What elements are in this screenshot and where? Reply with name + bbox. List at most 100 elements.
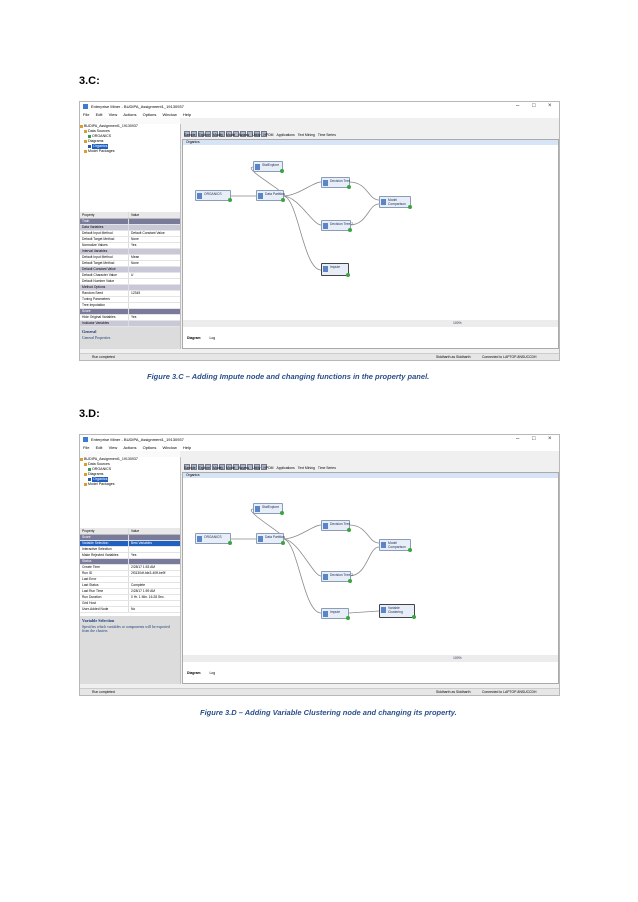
node-tab[interactable]: Utility <box>252 466 260 470</box>
diagram-workspace[interactable]: Organics ORGANICS Data Partition StatExp… <box>182 139 559 349</box>
property-value[interactable] <box>128 601 180 606</box>
node-tab[interactable]: Modify <box>213 133 223 137</box>
node-organics[interactable]: ORGANICS <box>195 533 232 545</box>
zoom-label[interactable]: 100% <box>453 320 462 327</box>
node-variable-clustering[interactable]: Variable Clustering <box>379 604 416 619</box>
property-value[interactable]: U <box>128 273 180 278</box>
window-title: Enterprise Miner - BUDIPA_Assignment1_19… <box>91 104 184 109</box>
property-value[interactable] <box>128 559 180 564</box>
diagram-bottom-bar: 100% <box>183 320 558 327</box>
menu-window[interactable]: Window <box>163 112 177 117</box>
node-data-partition[interactable]: Data Partition <box>256 190 285 202</box>
maximize-button[interactable]: □ <box>532 102 536 111</box>
node-tab[interactable]: Explore <box>199 133 211 137</box>
tree-model-packages[interactable]: Model Packages <box>80 149 180 154</box>
menu-view[interactable]: View <box>109 112 118 117</box>
node-tab[interactable]: Assess <box>238 466 249 470</box>
menu-help[interactable]: Help <box>183 445 191 450</box>
property-value[interactable] <box>128 297 180 302</box>
node-data-partition[interactable]: Data Partition <box>256 533 285 545</box>
menu-edit[interactable]: Edit <box>96 445 103 450</box>
maximize-button[interactable]: □ <box>532 435 536 444</box>
node-organics[interactable]: ORGANICS <box>195 190 232 202</box>
property-value[interactable] <box>128 309 180 314</box>
property-value[interactable] <box>128 535 180 540</box>
property-value[interactable]: Mean <box>128 255 180 260</box>
property-value[interactable] <box>128 279 180 284</box>
node-tab[interactable]: Assess <box>238 133 249 137</box>
property-value[interactable]: Best Variables <box>128 541 180 546</box>
property-value[interactable] <box>128 547 180 552</box>
property-value[interactable]: Complete <box>128 583 180 588</box>
node-tab[interactable]: Explore <box>199 466 211 470</box>
node-model-comparison[interactable]: Model Comparison <box>379 196 412 209</box>
node-tab[interactable]: Applications <box>276 466 294 470</box>
property-value[interactable] <box>128 577 180 582</box>
complete-icon <box>346 616 350 620</box>
node-tab[interactable]: HPDM <box>263 466 273 470</box>
property-value[interactable] <box>128 225 180 230</box>
property-value[interactable]: Yes <box>128 315 180 320</box>
node-decision-tree-2[interactable]: Decision Tree 2 <box>321 220 353 232</box>
property-value[interactable] <box>128 285 180 290</box>
property-value[interactable]: 2/28/17 1:53 AM <box>128 565 180 570</box>
menu-view[interactable]: View <box>109 445 118 450</box>
property-value[interactable]: 0 Hr. 1 Min. 16.28 Sec. <box>128 595 180 600</box>
property-value[interactable] <box>128 267 180 272</box>
menu-actions[interactable]: Actions <box>123 445 136 450</box>
property-value[interactable] <box>128 321 180 326</box>
node-tab[interactable]: Applications <box>276 133 294 137</box>
close-button[interactable]: × <box>548 435 552 444</box>
node-tab[interactable]: Time Series <box>318 466 336 470</box>
tab-log[interactable]: Log <box>210 671 216 675</box>
node-tab[interactable]: HPDM <box>263 133 273 137</box>
node-decision-tree[interactable]: Decision Tree <box>321 177 351 189</box>
tab-diagram[interactable]: Diagram <box>187 336 201 340</box>
property-value[interactable]: Yes <box>128 243 180 248</box>
close-button[interactable]: × <box>548 102 552 111</box>
property-value[interactable] <box>128 219 180 224</box>
node-model-comparison[interactable]: Model Comparison <box>379 539 412 552</box>
property-value[interactable]: Default Constant Value <box>128 231 180 236</box>
diagram-workspace[interactable]: Organics ORGANICS Data Partition StatExp… <box>182 472 559 684</box>
menu-window[interactable]: Window <box>163 445 177 450</box>
property-value[interactable]: 2f3130df-fde3-40ff-be9f <box>128 571 180 576</box>
node-tab[interactable]: Time Series <box>318 133 336 137</box>
menu-actions[interactable]: Actions <box>123 112 136 117</box>
property-value[interactable]: 12345 <box>128 291 180 296</box>
property-row[interactable]: User-Added Node No <box>80 607 180 613</box>
node-decision-tree-2[interactable]: Decision Tree 2 <box>321 571 353 583</box>
node-statexplore[interactable]: StatExplore <box>253 503 284 515</box>
node-tab[interactable]: Sample <box>184 133 196 137</box>
tree-model-packages[interactable]: Model Packages <box>80 482 180 487</box>
tab-diagram[interactable]: Diagram <box>187 671 201 675</box>
menu-file[interactable]: File <box>83 445 89 450</box>
property-value[interactable] <box>128 303 180 308</box>
node-impute[interactable]: Impute <box>321 608 350 620</box>
node-tab[interactable]: Text Mining <box>298 133 315 137</box>
node-tab[interactable]: Text Mining <box>298 466 315 470</box>
node-tab[interactable]: Model <box>226 466 235 470</box>
node-statexplore[interactable]: StatExplore <box>253 161 284 173</box>
tab-log[interactable]: Log <box>210 336 216 340</box>
node-decision-tree[interactable]: Decision Tree <box>321 520 351 532</box>
node-tab[interactable]: Utility <box>252 133 260 137</box>
node-tab[interactable]: Model <box>226 133 235 137</box>
menu-help[interactable]: Help <box>183 112 191 117</box>
menu-options[interactable]: Options <box>143 112 157 117</box>
property-value[interactable]: Yes <box>128 553 180 558</box>
property-value[interactable]: No <box>128 607 180 612</box>
minimize-button[interactable]: – <box>516 102 519 111</box>
property-value[interactable] <box>128 249 180 254</box>
menu-options[interactable]: Options <box>143 445 157 450</box>
node-tab[interactable]: Modify <box>213 466 223 470</box>
minimize-button[interactable]: – <box>516 435 519 444</box>
zoom-label[interactable]: 100% <box>453 655 462 662</box>
node-tab[interactable]: Sample <box>184 466 196 470</box>
menu-edit[interactable]: Edit <box>96 112 103 117</box>
property-value[interactable]: None <box>128 261 180 266</box>
node-impute[interactable]: Impute <box>321 263 350 277</box>
property-value[interactable]: None <box>128 237 180 242</box>
menu-file[interactable]: File <box>83 112 89 117</box>
property-value[interactable]: 2/28/17 1:59 AM <box>128 589 180 594</box>
